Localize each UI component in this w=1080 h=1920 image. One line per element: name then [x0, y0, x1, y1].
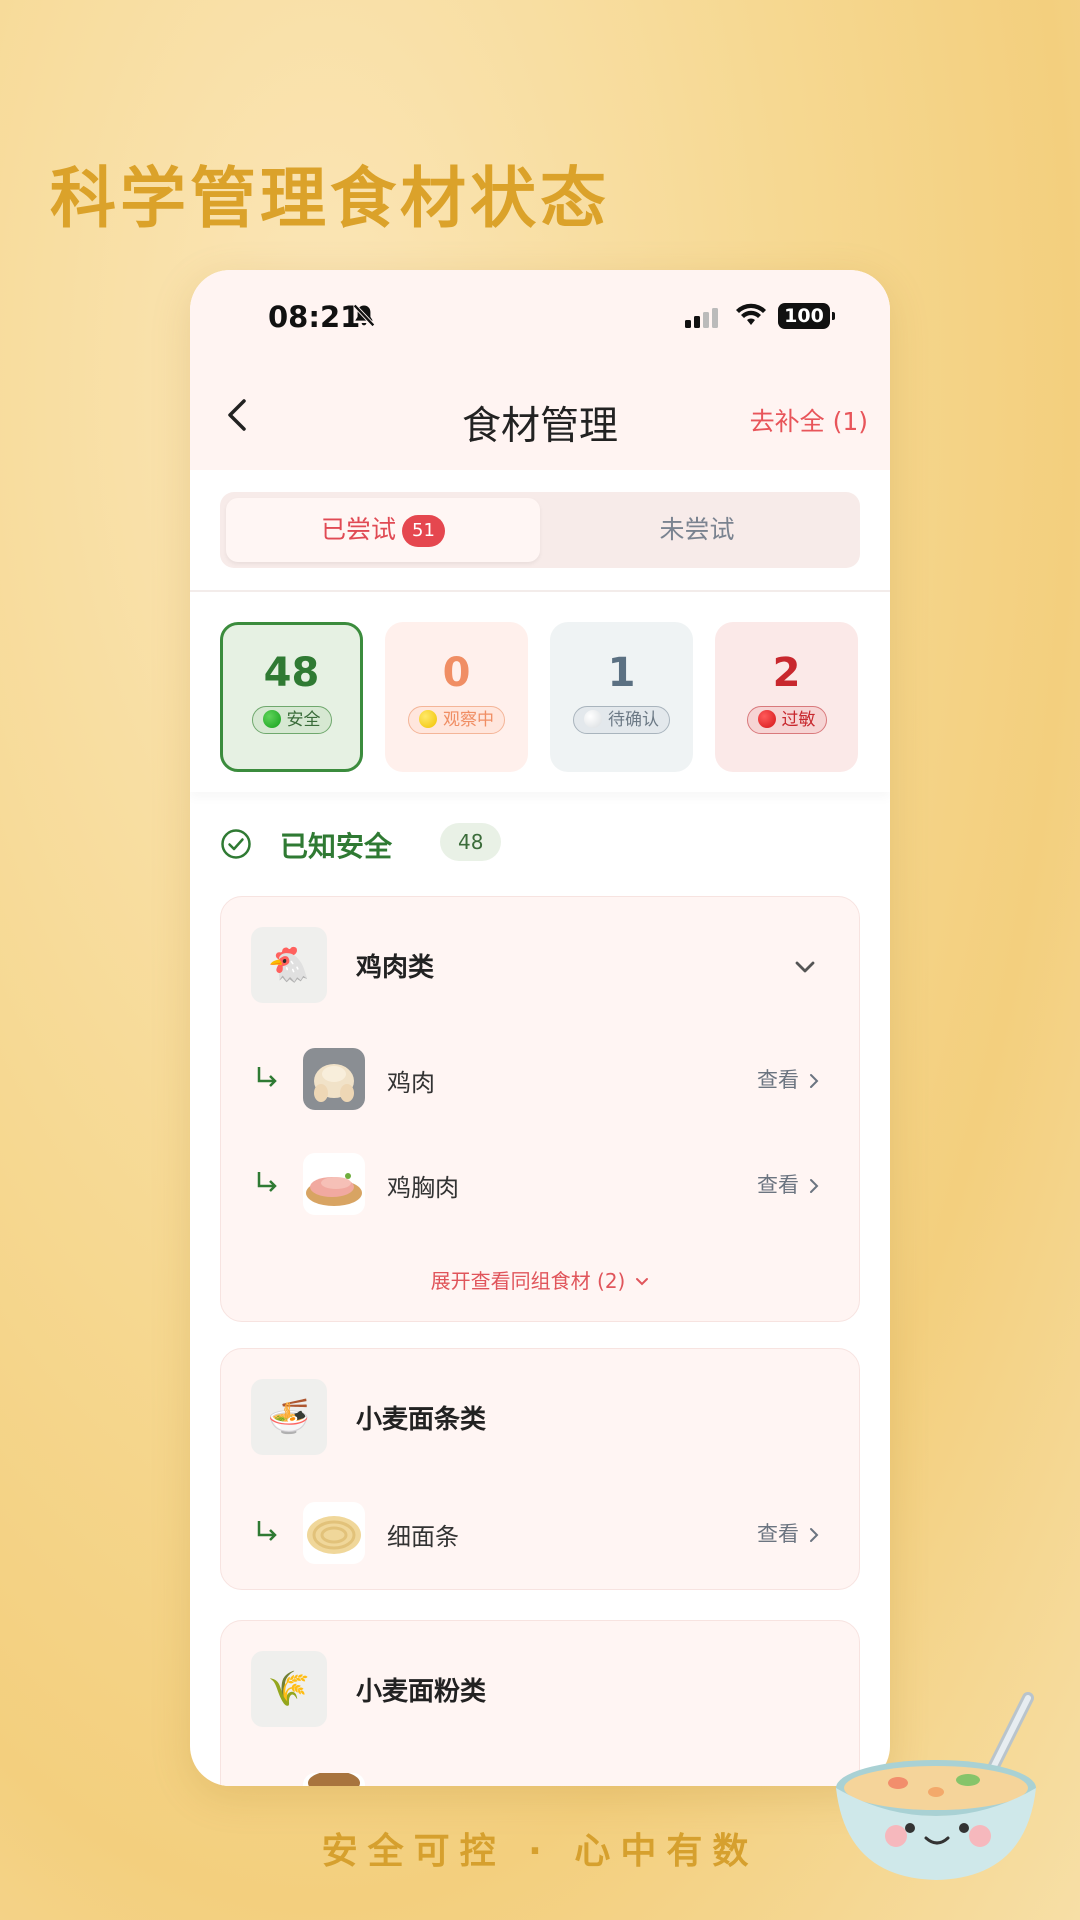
- stat-observing-label: 观察中: [443, 710, 494, 730]
- status-summary: 48 安全 0 观察中 1 待确认 2 过敏: [190, 592, 890, 792]
- tab-tried[interactable]: 已尝试 51: [226, 498, 540, 562]
- wheat-icon: 🌾: [251, 1651, 327, 1727]
- stat-safe-pill: 安全: [251, 706, 332, 734]
- segmented-tabs: 已尝试 51 未尝试: [220, 492, 860, 568]
- food-item[interactable]: 鸡肉 查看: [221, 1045, 861, 1113]
- expand-label: 展开查看同组食材 (2): [430, 1269, 626, 1293]
- chevron-down-small-icon: [636, 1278, 649, 1286]
- stat-pending-card[interactable]: 1 待确认: [550, 622, 693, 772]
- noodle-bowl-icon: 🍜: [251, 1379, 327, 1455]
- tab-tried-badge: 51: [402, 515, 445, 547]
- poster-title: 科学管理食材状态: [50, 160, 610, 237]
- flour-image-partial: [303, 1773, 365, 1786]
- complete-info-button[interactable]: 去补全 (1): [750, 402, 868, 438]
- chevron-right-icon: [810, 1179, 819, 1193]
- group-name: 鸡肉类: [356, 953, 435, 983]
- food-group-card: 🐔 鸡肉类 鸡肉 查看 鸡胸肉 查看 展开查看同组食材 (2): [220, 896, 860, 1322]
- tab-untried-label: 未尝试: [659, 515, 735, 544]
- stat-pending-pill: 待确认: [573, 706, 670, 734]
- view-link[interactable]: 查看: [757, 1064, 823, 1094]
- view-link[interactable]: 查看: [757, 1518, 823, 1548]
- stat-pending-value: 1: [607, 650, 636, 696]
- stat-safe-label: 安全: [286, 710, 321, 730]
- signal-icon: [685, 308, 718, 328]
- soup-bowl-mascot-icon: [836, 1692, 1036, 1880]
- view-label: 查看: [757, 1522, 799, 1546]
- tab-untried[interactable]: 未尝试: [540, 498, 854, 562]
- stat-allergic-pill: 过敏: [746, 706, 827, 734]
- view-label: 查看: [757, 1068, 799, 1092]
- view-link[interactable]: 查看: [757, 1169, 823, 1199]
- tabs-container: 已尝试 51 未尝试: [190, 470, 890, 592]
- tab-tried-label: 已尝试: [321, 515, 397, 544]
- food-group-card: 🌾 小麦面粉类: [220, 1620, 860, 1786]
- stat-safe-value: 48: [263, 650, 320, 696]
- sub-arrow-icon: [257, 1172, 277, 1192]
- green-dot-icon: [262, 710, 281, 728]
- stat-observing-pill: 观察中: [408, 706, 505, 734]
- red-dot-icon: [757, 710, 776, 728]
- battery-indicator: 100: [778, 303, 835, 329]
- food-item[interactable]: 鸡胸肉 查看: [221, 1150, 861, 1218]
- chevron-right-icon: [810, 1074, 819, 1088]
- chevron-right-icon: [810, 1528, 819, 1542]
- food-item-name: 鸡肉: [387, 1069, 435, 1097]
- status-bar: 08:21 100: [190, 270, 890, 360]
- view-label: 查看: [757, 1173, 799, 1197]
- section-header-safe: 已知安全 48: [220, 823, 860, 865]
- chicken-icon: 🐔: [251, 927, 327, 1003]
- whole-chicken-image: [303, 1048, 365, 1110]
- thin-noodles-image: [303, 1502, 365, 1564]
- stat-allergic-label: 过敏: [781, 710, 816, 730]
- sub-arrow-icon: [257, 1067, 277, 1087]
- white-dot-icon: [584, 710, 602, 728]
- group-name: 小麦面条类: [356, 1405, 487, 1435]
- expand-group-button[interactable]: 展开查看同组食材 (2): [221, 1265, 861, 1294]
- yellow-dot-icon: [419, 710, 437, 728]
- section-count-badge: 48: [440, 823, 502, 861]
- bell-muted-icon: [353, 304, 375, 327]
- wifi-icon: [736, 303, 766, 325]
- check-circle-icon: [221, 829, 251, 859]
- stat-observing-card[interactable]: 0 观察中: [385, 622, 528, 772]
- stat-allergic-card[interactable]: 2 过敏: [715, 622, 858, 772]
- stat-pending-label: 待确认: [608, 710, 659, 730]
- section-title: 已知安全: [280, 830, 393, 863]
- food-item-name: 细面条: [387, 1523, 459, 1551]
- status-time: 08:21: [268, 300, 361, 334]
- stat-safe-card[interactable]: 48 安全: [220, 622, 363, 772]
- chicken-breast-image: [303, 1153, 365, 1215]
- food-group-card: 🍜 小麦面条类 细面条 查看: [220, 1348, 860, 1590]
- stat-allergic-value: 2: [772, 650, 801, 696]
- group-name: 小麦面粉类: [356, 1677, 487, 1707]
- food-item-name: 鸡胸肉: [387, 1174, 459, 1202]
- chevron-down-icon[interactable]: [791, 953, 819, 981]
- stat-observing-value: 0: [442, 650, 471, 696]
- nav-bar: 食材管理 去补全 (1): [190, 360, 890, 470]
- phone-screen: 08:21 100 食材管理 去补全 (1) 已尝试 51 未尝试 48 安全 …: [190, 270, 890, 1786]
- sub-arrow-icon: [257, 1521, 277, 1541]
- food-item[interactable]: 细面条 查看: [221, 1499, 861, 1567]
